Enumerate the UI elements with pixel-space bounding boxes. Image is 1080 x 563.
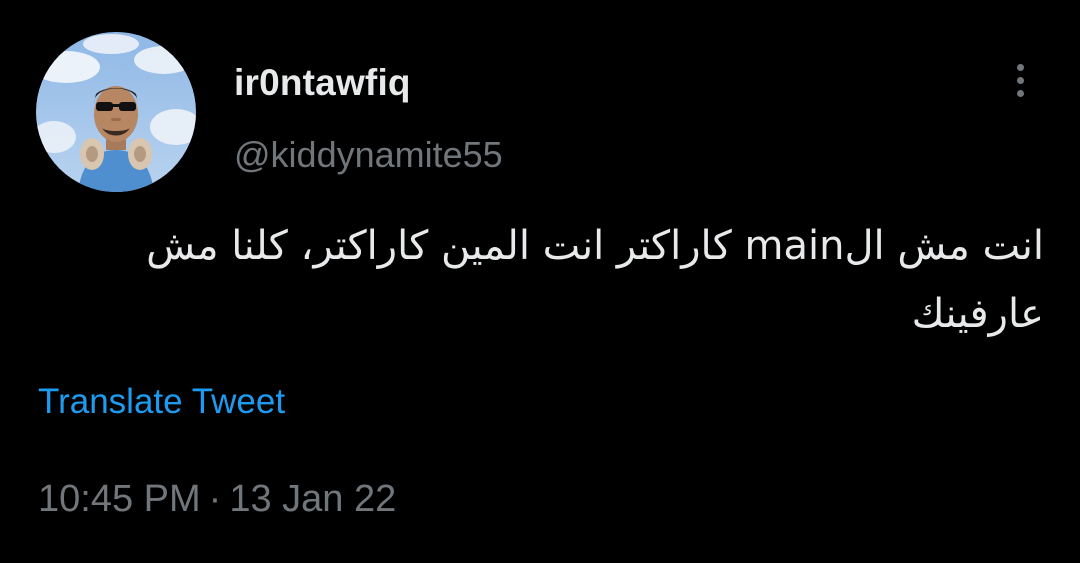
tweet-date[interactable]: 13 Jan 22 bbox=[229, 478, 396, 520]
more-vertical-icon-dot bbox=[1016, 76, 1024, 84]
tweet-text: انت مش الmain كاراكتر انت المين كاراكتر،… bbox=[34, 212, 1044, 348]
display-name[interactable]: ir0ntawfiq bbox=[234, 62, 411, 104]
avatar-image bbox=[36, 32, 196, 192]
tweet-text-line: انت مش الmain كاراكتر انت المين كاراكتر،… bbox=[146, 223, 1044, 269]
profile-avatar[interactable] bbox=[36, 32, 196, 192]
tweet-time[interactable]: 10:45 PM bbox=[38, 478, 201, 520]
tweet-text-line: عارفينك bbox=[911, 291, 1044, 337]
more-vertical-icon-dot bbox=[1016, 89, 1024, 97]
tweet-card: ir0ntawfiq @kiddynamite55 انت مش الmain … bbox=[0, 0, 1080, 563]
more-vertical-icon bbox=[1016, 63, 1024, 71]
more-options-button[interactable] bbox=[1000, 56, 1040, 104]
user-handle[interactable]: @kiddynamite55 bbox=[234, 134, 503, 176]
translate-tweet-link[interactable]: Translate Tweet bbox=[38, 382, 285, 422]
timestamp-separator: · bbox=[208, 478, 222, 520]
tweet-timestamp: 10:45 PM · 13 Jan 22 bbox=[38, 478, 396, 521]
